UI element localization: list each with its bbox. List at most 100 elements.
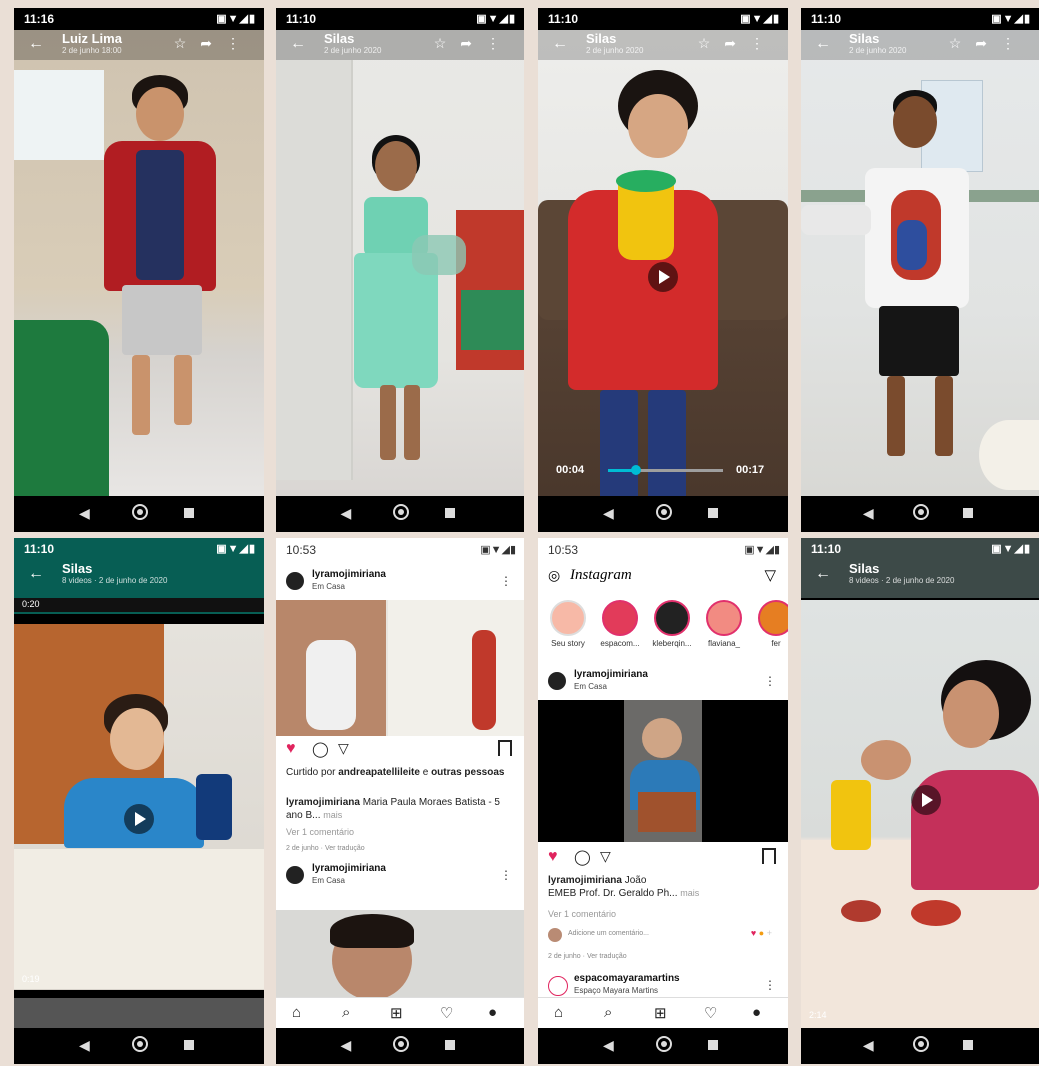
more-icon[interactable]: ⋮ xyxy=(1001,35,1029,51)
nav-recents-icon[interactable] xyxy=(444,1040,455,1050)
nav-back-icon[interactable]: ◀ xyxy=(79,505,90,522)
nav-back-icon[interactable]: ◀ xyxy=(863,505,874,522)
more-options-icon[interactable]: ⋮ xyxy=(764,978,776,992)
comment-icon[interactable]: ◯ xyxy=(574,848,591,866)
nav-home-icon[interactable] xyxy=(392,504,409,520)
back-arrow-icon[interactable]: ← xyxy=(815,35,831,53)
story-item[interactable]: kleberqin... xyxy=(648,600,696,648)
liked-by-user[interactable]: andreapatellileite xyxy=(338,767,420,778)
play-button-icon[interactable] xyxy=(124,804,154,834)
caption-user[interactable]: lyramojimiriana xyxy=(548,875,622,886)
star-icon[interactable]: ☆ xyxy=(434,35,461,51)
activity-heart-icon[interactable]: ♡ xyxy=(704,1004,717,1022)
post-account-name[interactable]: lyramojimiriana xyxy=(312,863,386,874)
heart-icon[interactable]: ♥ xyxy=(548,848,558,866)
translate-link[interactable]: Ver tradução xyxy=(325,845,365,852)
send-icon[interactable]: ▽ xyxy=(338,740,349,757)
send-icon[interactable]: ▽ xyxy=(600,848,611,865)
post-account-name[interactable]: lyramojimiriana xyxy=(312,569,386,580)
caption-user[interactable]: lyramojimiriana xyxy=(286,797,360,808)
search-icon[interactable]: ⌕ xyxy=(342,1004,350,1021)
nav-back-icon[interactable]: ◀ xyxy=(863,1037,874,1054)
profile-avatar-icon[interactable]: ● xyxy=(488,1004,497,1021)
nav-home-icon[interactable] xyxy=(131,1036,148,1052)
add-comment-row[interactable]: Adicione um comentário... ♥ ● + xyxy=(548,928,778,944)
avatar[interactable] xyxy=(548,672,566,690)
search-icon[interactable]: ⌕ xyxy=(604,1004,612,1021)
caption-more-link[interactable]: mais xyxy=(323,810,342,820)
translate-link[interactable]: Ver tradução xyxy=(587,953,627,960)
nav-recents-icon[interactable] xyxy=(708,508,718,518)
profile-avatar-icon[interactable]: ● xyxy=(752,1004,761,1021)
heart-icon[interactable]: ♥ xyxy=(286,740,296,758)
avatar[interactable] xyxy=(286,572,304,590)
nav-home-icon[interactable] xyxy=(655,1036,672,1052)
add-post-icon[interactable]: ⊞ xyxy=(654,1004,667,1022)
avatar[interactable] xyxy=(548,976,568,996)
liked-by-others[interactable]: outras pessoas xyxy=(431,767,504,778)
bookmark-icon[interactable] xyxy=(498,740,512,756)
caption-more-link[interactable]: mais xyxy=(680,888,699,898)
more-icon[interactable]: ⋮ xyxy=(486,35,514,51)
back-arrow-icon[interactable]: ← xyxy=(28,35,44,53)
view-comments-link[interactable]: Ver 1 comentário xyxy=(548,908,616,921)
play-button-icon[interactable] xyxy=(911,785,941,815)
post-location[interactable]: Em Casa xyxy=(312,582,345,591)
play-button-icon[interactable] xyxy=(648,262,678,292)
nav-home-icon[interactable] xyxy=(655,504,672,520)
view-comments-link[interactable]: Ver 1 comentário xyxy=(286,826,354,839)
quick-emoji-icons[interactable]: ♥ ● + xyxy=(751,928,772,938)
nav-back-icon[interactable]: ◀ xyxy=(603,1037,614,1054)
nav-home-icon[interactable] xyxy=(131,504,148,520)
video-seek-bar[interactable] xyxy=(608,465,723,475)
activity-heart-icon[interactable]: ♡ xyxy=(440,1004,453,1022)
more-options-icon[interactable]: ⋮ xyxy=(500,868,512,882)
post-account-name[interactable]: lyramojimiriana xyxy=(574,669,648,680)
more-options-icon[interactable]: ⋮ xyxy=(500,574,512,588)
more-icon[interactable]: ⋮ xyxy=(226,35,254,51)
avatar[interactable] xyxy=(286,866,304,884)
back-arrow-icon[interactable]: ← xyxy=(552,35,568,53)
nav-recents-icon[interactable] xyxy=(184,1040,194,1050)
share-icon[interactable]: ➦ xyxy=(460,35,486,51)
nav-home-icon[interactable] xyxy=(912,504,929,520)
nav-recents-icon[interactable] xyxy=(962,508,973,518)
share-icon[interactable]: ➦ xyxy=(724,35,750,51)
nav-recents-icon[interactable] xyxy=(184,508,194,518)
bookmark-icon[interactable] xyxy=(762,848,776,864)
star-icon[interactable]: ☆ xyxy=(698,35,725,51)
add-comment-input[interactable]: Adicione um comentário... xyxy=(568,930,649,937)
post-location[interactable]: Em Casa xyxy=(312,876,345,885)
instagram-logo[interactable]: Instagram xyxy=(570,567,632,584)
post-account-name[interactable]: espacomayaramartins xyxy=(574,973,680,984)
nav-back-icon[interactable]: ◀ xyxy=(79,1037,90,1054)
back-arrow-icon[interactable]: ← xyxy=(28,565,44,583)
nav-home-icon[interactable] xyxy=(912,1036,929,1052)
home-icon[interactable]: ⌂ xyxy=(554,1004,563,1021)
share-icon[interactable]: ➦ xyxy=(975,35,1001,51)
star-icon[interactable]: ☆ xyxy=(949,35,976,51)
add-post-icon[interactable]: ⊞ xyxy=(390,1004,403,1022)
nav-home-icon[interactable] xyxy=(392,1036,409,1052)
nav-back-icon[interactable]: ◀ xyxy=(340,505,351,522)
story-item[interactable]: Seu story xyxy=(544,600,592,648)
story-item[interactable]: flaviana_ xyxy=(700,600,748,648)
star-icon[interactable]: ☆ xyxy=(174,35,201,51)
more-options-icon[interactable]: ⋮ xyxy=(764,674,776,688)
nav-back-icon[interactable]: ◀ xyxy=(340,1037,351,1054)
nav-recents-icon[interactable] xyxy=(444,508,455,518)
post-location[interactable]: Em Casa xyxy=(574,682,607,691)
nav-recents-icon[interactable] xyxy=(708,1040,718,1050)
back-arrow-icon[interactable]: ← xyxy=(290,35,306,53)
share-icon[interactable]: ➦ xyxy=(200,35,226,51)
home-icon[interactable]: ⌂ xyxy=(292,1004,301,1021)
seek-bar-handle[interactable] xyxy=(630,465,641,475)
story-item[interactable]: fer xyxy=(752,600,788,648)
story-item[interactable]: espacom... xyxy=(596,600,644,648)
camera-icon[interactable]: ◎ xyxy=(548,567,560,584)
comment-icon[interactable]: ◯ xyxy=(312,740,329,758)
nav-back-icon[interactable]: ◀ xyxy=(603,505,614,522)
direct-messages-icon[interactable]: ▽ xyxy=(764,566,776,584)
nav-recents-icon[interactable] xyxy=(962,1040,973,1050)
back-arrow-icon[interactable]: ← xyxy=(815,565,831,583)
